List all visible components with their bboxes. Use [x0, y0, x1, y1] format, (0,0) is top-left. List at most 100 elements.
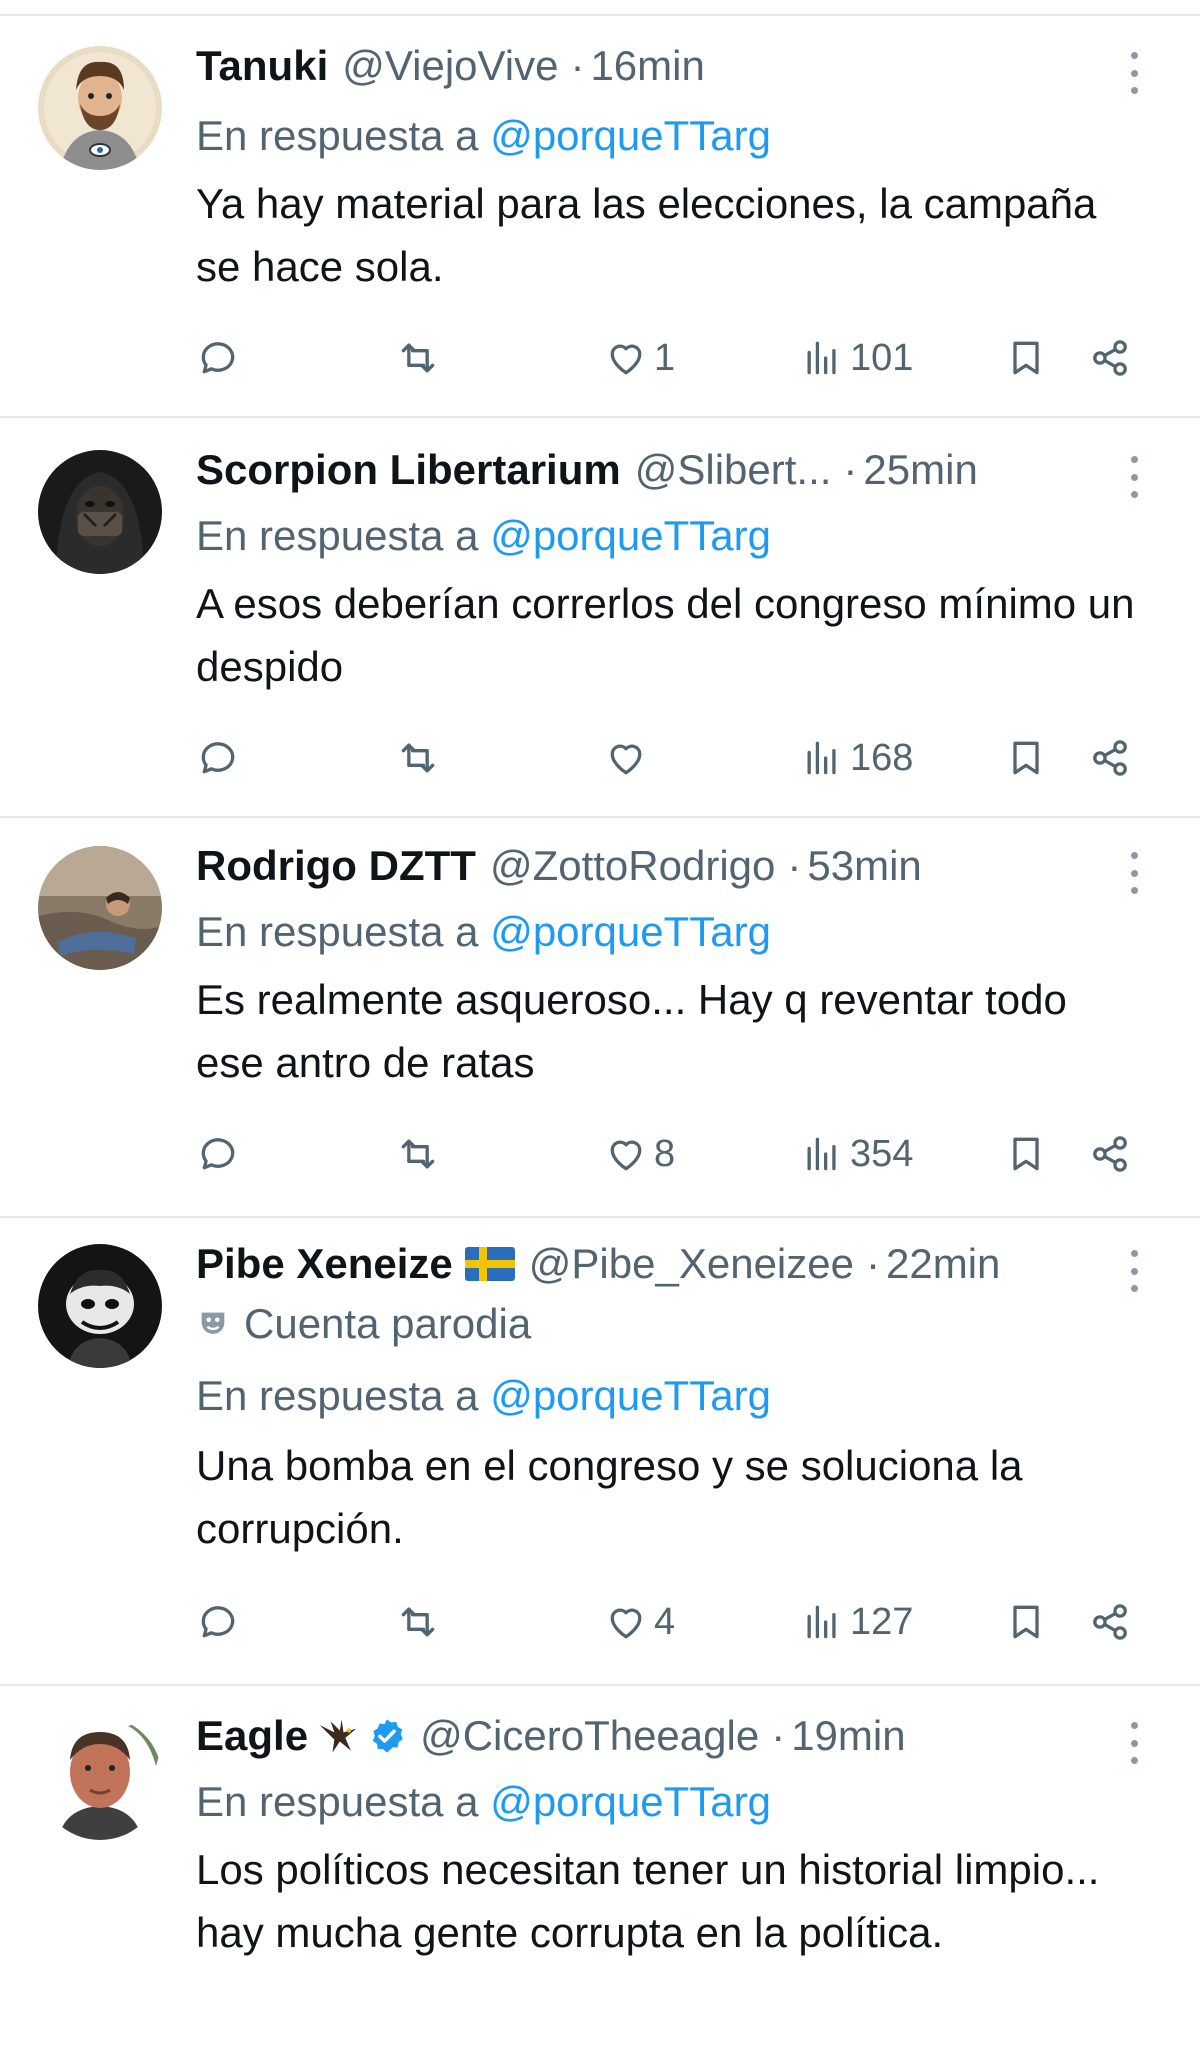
share-icon: [1093, 740, 1127, 776]
avatar[interactable]: [38, 1716, 162, 1840]
like-button[interactable]: 1: [604, 330, 675, 386]
bookmark-button[interactable]: [1004, 730, 1048, 786]
action-bar: 4 127: [196, 1594, 1142, 1650]
reply-to-mention[interactable]: @porqueTTarg: [490, 1778, 771, 1825]
reply-to-label: En respuesta a: [196, 1778, 479, 1825]
like-button[interactable]: 4: [604, 1594, 675, 1650]
more-options-icon[interactable]: [1122, 48, 1146, 98]
reply-item[interactable]: Scorpion Libertarium @Slibert... · 25min…: [0, 416, 1200, 816]
reply-to-label: En respuesta a: [196, 512, 479, 559]
eagle-emoji-icon: [319, 1719, 357, 1753]
avatar[interactable]: [38, 1244, 162, 1368]
views-button[interactable]: 127: [800, 1594, 913, 1650]
reply-context: En respuesta a @porqueTTarg: [196, 904, 771, 960]
avatar[interactable]: [38, 846, 162, 970]
share-button[interactable]: [1088, 330, 1132, 386]
comment-icon: [201, 1138, 235, 1170]
reply-button[interactable]: [196, 1126, 240, 1182]
user-handle[interactable]: @ViejoVive: [342, 38, 558, 94]
like-button[interactable]: 8: [604, 1126, 675, 1182]
more-options-icon[interactable]: [1122, 1718, 1146, 1768]
reply-thread: Tanuki @ViejoVive · 16min En respuesta a…: [0, 0, 1200, 2050]
action-bar: 168: [196, 730, 1142, 786]
display-name[interactable]: Scorpion Libertarium: [196, 442, 621, 498]
views-button[interactable]: 168: [800, 730, 913, 786]
analytics-icon: [807, 341, 836, 375]
analytics-icon: [807, 1605, 836, 1639]
reply-to-mention[interactable]: @porqueTTarg: [490, 512, 771, 559]
timestamp[interactable]: 19min: [791, 1708, 905, 1764]
display-name[interactable]: Rodrigo DZTT: [196, 838, 476, 894]
bookmark-button[interactable]: [1004, 1594, 1048, 1650]
view-count: 101: [850, 336, 914, 379]
heart-icon: [610, 344, 642, 375]
share-button[interactable]: [1088, 1126, 1132, 1182]
bookmark-button[interactable]: [1004, 1126, 1048, 1182]
user-handle[interactable]: @Slibert...: [635, 442, 832, 498]
user-handle[interactable]: @CiceroTheeagle: [420, 1708, 759, 1764]
reply-item[interactable]: Pibe Xeneize @Pibe_Xeneizee · 22min Cuen…: [0, 1216, 1200, 1684]
separator-dot: ·: [787, 842, 802, 889]
separator-dot: ·: [843, 446, 858, 493]
repost-button[interactable]: [396, 730, 440, 786]
parody-label: Cuenta parodia: [196, 1296, 531, 1352]
comment-icon: [201, 342, 235, 374]
bookmark-button[interactable]: [1004, 330, 1048, 386]
reply-to-mention[interactable]: @porqueTTarg: [490, 1372, 771, 1419]
display-name[interactable]: Pibe Xeneize: [196, 1236, 453, 1292]
repost-button[interactable]: [396, 1126, 440, 1182]
repost-button[interactable]: [396, 1594, 440, 1650]
repost-icon: [401, 1139, 435, 1169]
like-button[interactable]: [604, 730, 654, 786]
reply-context: En respuesta a @porqueTTarg: [196, 1368, 771, 1424]
bookmark-icon: [1013, 1137, 1039, 1171]
reply-to-label: En respuesta a: [196, 1372, 479, 1419]
reply-button[interactable]: [196, 330, 240, 386]
user-handle[interactable]: @Pibe_Xeneizee: [529, 1236, 854, 1292]
reply-to-mention[interactable]: @porqueTTarg: [490, 908, 771, 955]
analytics-icon: [807, 1137, 836, 1171]
reply-item[interactable]: Rodrigo DZTT @ZottoRodrigo · 53min En re…: [0, 816, 1200, 1216]
share-button[interactable]: [1088, 730, 1132, 786]
timestamp[interactable]: 25min: [863, 442, 977, 498]
like-count: 4: [654, 1600, 676, 1643]
repost-button[interactable]: [396, 330, 440, 386]
reply-to-mention[interactable]: @porqueTTarg: [490, 112, 771, 159]
reply-to-label: En respuesta a: [196, 908, 479, 955]
man-portrait-avatar-icon: [38, 1716, 162, 1840]
reply-context: En respuesta a @porqueTTarg: [196, 1774, 771, 1830]
reply-text: Ya hay material para las elecciones, la …: [196, 180, 1097, 290]
more-options-icon[interactable]: [1122, 452, 1146, 502]
reply-to-label: En respuesta a: [196, 112, 479, 159]
reply-item[interactable]: Tanuki @ViejoVive · 16min En respuesta a…: [0, 0, 1200, 416]
share-icon: [1093, 1604, 1127, 1640]
views-button[interactable]: 354: [800, 1126, 913, 1182]
action-bar: 8 354: [196, 1126, 1142, 1182]
timestamp[interactable]: 16min: [590, 38, 704, 94]
reply-header: Scorpion Libertarium @Slibert... · 25min: [196, 442, 978, 498]
reply-text: Es realmente asqueroso... Hay q reventar…: [196, 976, 1067, 1086]
theater-mask-icon: [201, 1312, 225, 1334]
timestamp[interactable]: 53min: [807, 838, 921, 894]
display-name[interactable]: Tanuki: [196, 38, 328, 94]
reply-item[interactable]: Eagle @CiceroTheeagle · 19min En respues…: [0, 1684, 1200, 2050]
more-options-icon[interactable]: [1122, 848, 1146, 898]
person-lying-photo-avatar-icon: [38, 846, 162, 970]
reply-button[interactable]: [196, 1594, 240, 1650]
cartoon-bearded-man-avatar-icon: [38, 46, 162, 170]
display-name[interactable]: Eagle: [196, 1708, 308, 1764]
more-options-icon[interactable]: [1122, 1246, 1146, 1296]
views-button[interactable]: 101: [800, 330, 913, 386]
view-count: 127: [850, 1600, 914, 1643]
share-button[interactable]: [1088, 1594, 1132, 1650]
reply-button[interactable]: [196, 730, 240, 786]
parody-text: Cuenta parodia: [244, 1300, 532, 1347]
reply-context: En respuesta a @porqueTTarg: [196, 108, 771, 164]
timestamp[interactable]: 22min: [886, 1236, 1000, 1292]
user-handle[interactable]: @ZottoRodrigo: [490, 838, 775, 894]
bookmark-icon: [1013, 741, 1039, 775]
reply-header: Eagle @CiceroTheeagle · 19min: [196, 1708, 906, 1764]
avatar[interactable]: [38, 450, 162, 574]
separator-dot: ·: [865, 1240, 880, 1287]
avatar[interactable]: [38, 46, 162, 170]
